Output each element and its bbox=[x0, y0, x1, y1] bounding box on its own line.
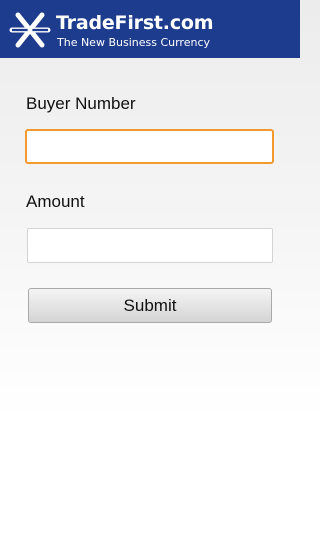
buyer-number-input[interactable] bbox=[25, 129, 274, 164]
amount-input[interactable] bbox=[27, 228, 273, 263]
tradefirst-logo-icon bbox=[9, 12, 51, 48]
brand-tagline: The New Business Currency bbox=[57, 36, 211, 49]
brand-name: TradeFirst.com bbox=[56, 12, 214, 34]
submit-button[interactable]: Submit bbox=[28, 288, 272, 323]
app-header: TradeFirst.com The New Business Currency bbox=[0, 0, 300, 58]
buyer-number-label: Buyer Number bbox=[26, 94, 136, 113]
amount-label: Amount bbox=[26, 192, 85, 211]
